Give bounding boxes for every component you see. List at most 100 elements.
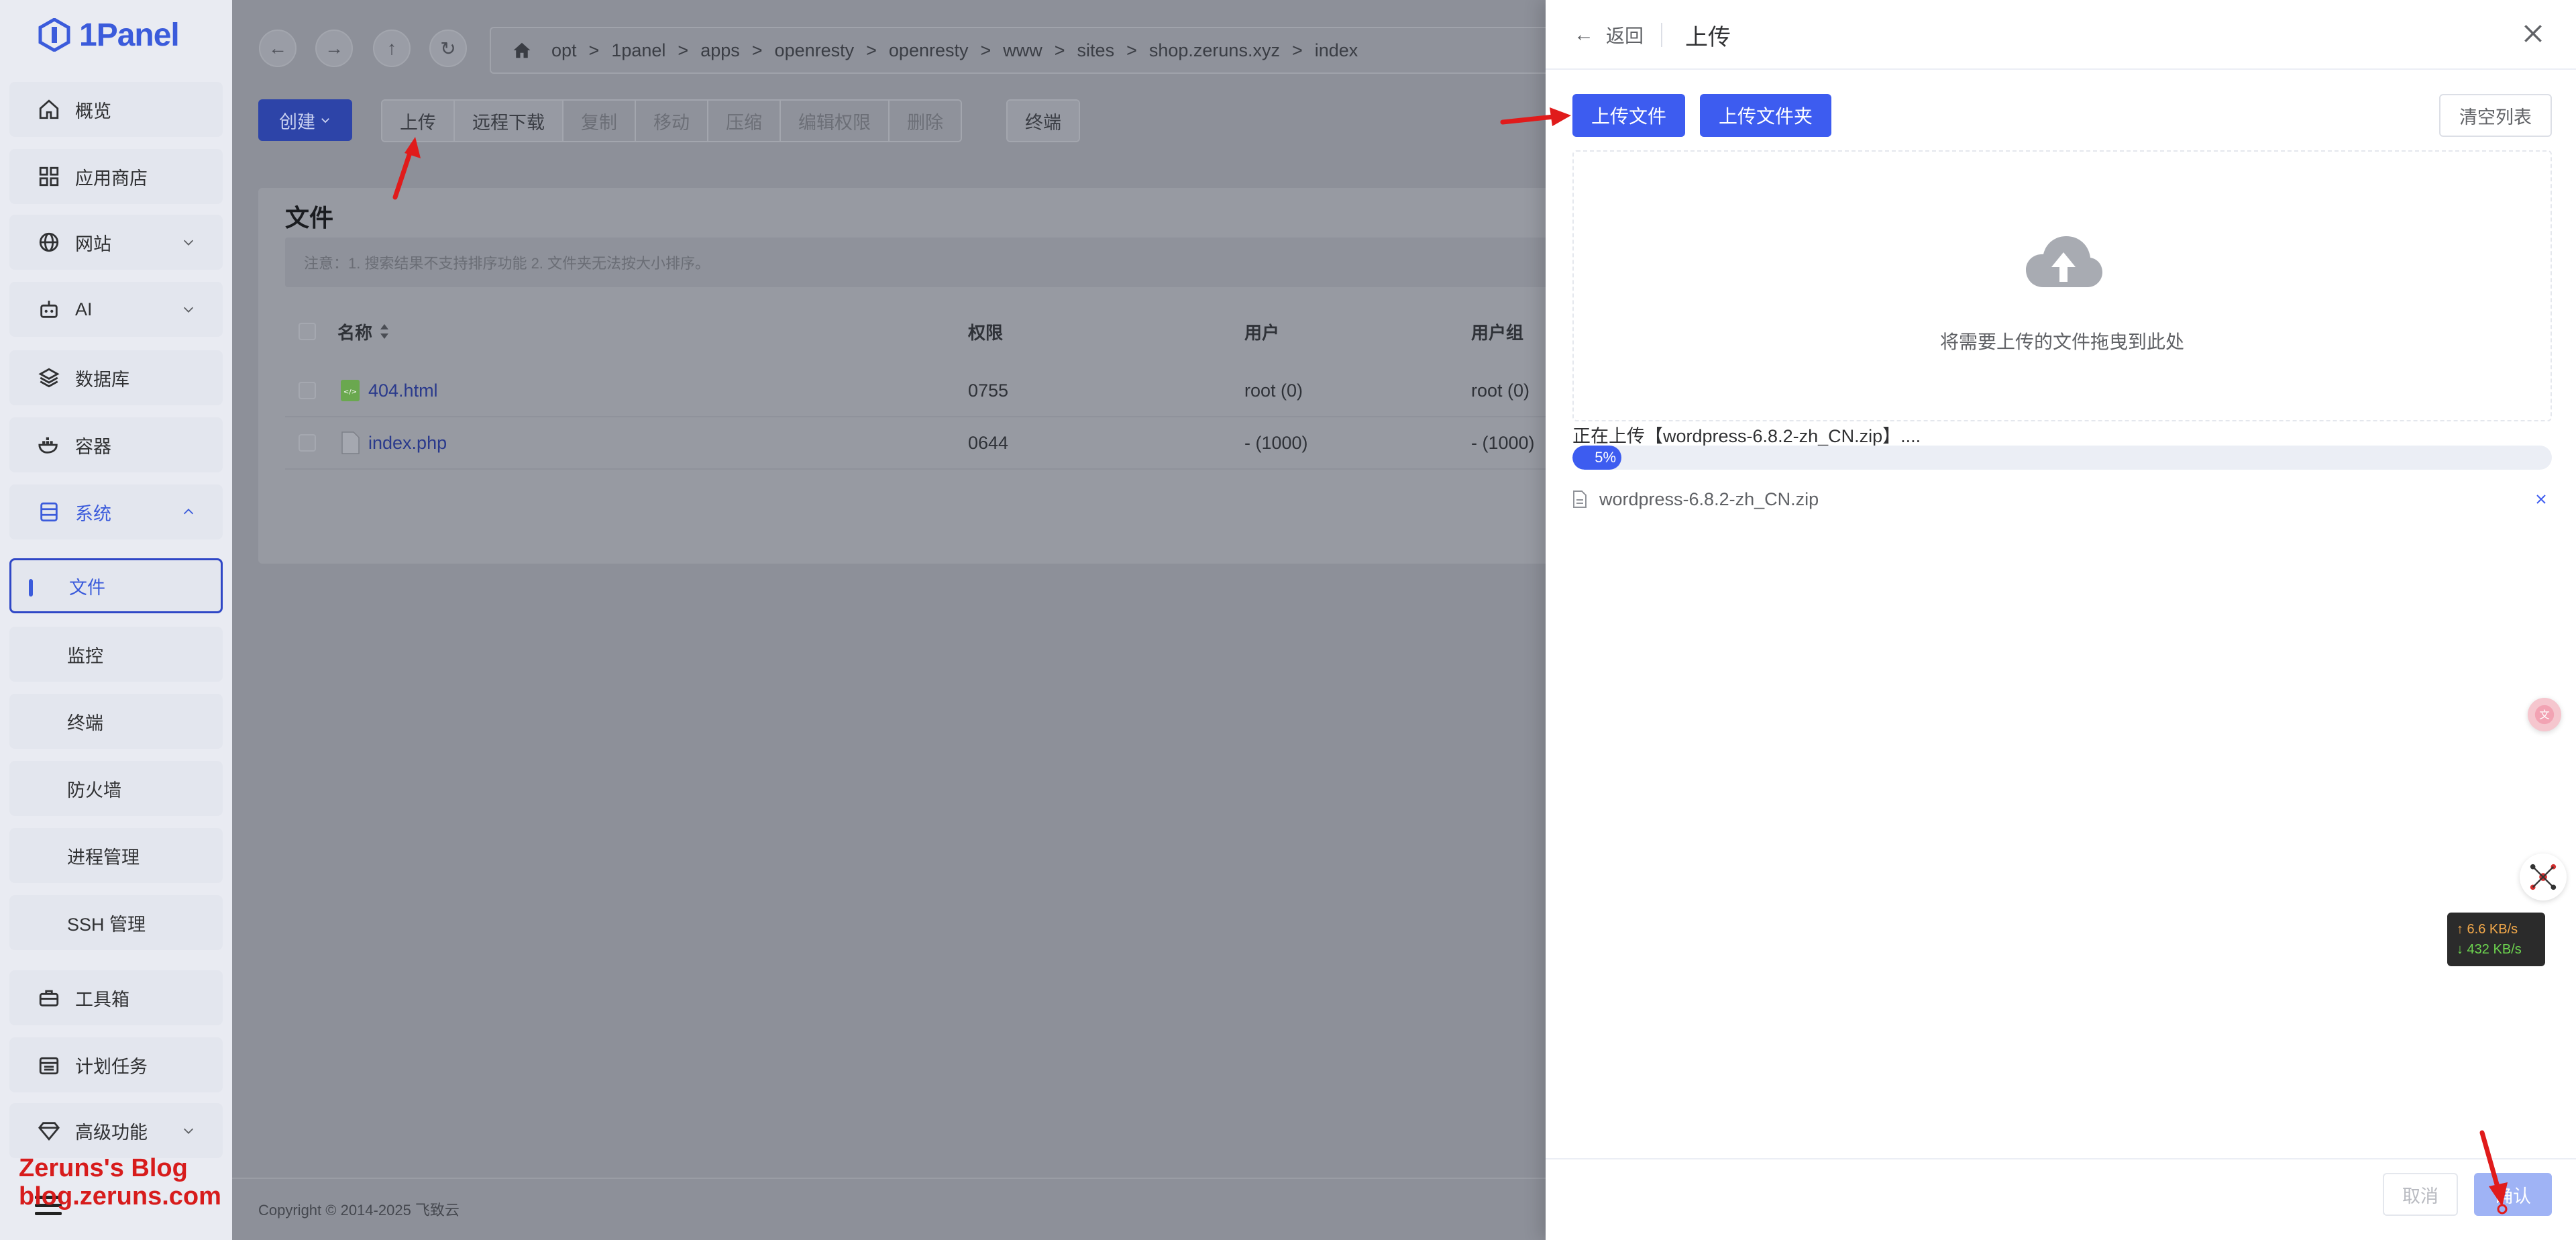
- terminal-button[interactable]: 终端: [1008, 101, 1079, 141]
- ai-assistant-float-button[interactable]: [2520, 854, 2567, 900]
- cloud-upload-icon: [2026, 236, 2102, 287]
- column-user: 用户: [1244, 322, 1280, 343]
- sidebar-subitem-monitor[interactable]: 监控: [9, 627, 223, 682]
- sidebar-item-overview[interactable]: 概览: [9, 82, 223, 137]
- remove-file-icon[interactable]: [2533, 491, 2549, 507]
- forward-nav-button[interactable]: →: [315, 30, 353, 67]
- sidebar-item-database[interactable]: 数据库: [9, 350, 223, 405]
- breadcrumb-segment[interactable]: index: [1315, 40, 1358, 61]
- sidebar-subitem-files[interactable]: 文件: [9, 558, 223, 613]
- column-group: 用户组: [1471, 322, 1524, 343]
- sort-icon[interactable]: [378, 322, 391, 341]
- column-name[interactable]: 名称: [337, 315, 391, 348]
- sidebar-item-advanced[interactable]: 高级功能: [9, 1103, 223, 1158]
- up-nav-button[interactable]: ↑: [373, 30, 411, 67]
- compress-button[interactable]: 压缩: [708, 101, 781, 141]
- translate-icon: 文: [2534, 705, 2555, 725]
- sidebar-item-cron[interactable]: 计划任务: [9, 1037, 223, 1092]
- upload-file-button[interactable]: 上传文件: [1572, 94, 1685, 137]
- copy-button[interactable]: 复制: [564, 101, 636, 141]
- logo-text: 1Panel: [79, 17, 180, 53]
- column-permission: 权限: [968, 322, 1004, 343]
- breadcrumb-separator: >: [866, 40, 877, 60]
- move-button[interactable]: 移动: [636, 101, 708, 141]
- sidebar-subitem-terminal[interactable]: 终端: [9, 694, 223, 749]
- sidebar-subitem-process[interactable]: 进程管理: [9, 828, 223, 883]
- remote-download-button[interactable]: 远程下载: [455, 101, 564, 141]
- breadcrumb-separator: >: [1291, 40, 1303, 60]
- file-icon: [341, 431, 360, 454]
- table-header: 名称 权限 用户 用户组: [285, 315, 1600, 348]
- drawer-footer-divider: [1546, 1158, 2576, 1159]
- sidebar-item-label: 数据库: [75, 369, 129, 390]
- sidebar-item-label: 工具箱: [75, 989, 129, 1010]
- html-file-icon: </>: [341, 380, 360, 401]
- breadcrumb-separator: >: [751, 40, 763, 60]
- annotation-arrow-icon: [2479, 1130, 2508, 1215]
- clear-list-button[interactable]: 清空列表: [2439, 94, 2552, 137]
- back-nav-button[interactable]: ←: [259, 30, 297, 67]
- column-name-label: 名称: [337, 322, 373, 343]
- arrow-left-icon: ←: [1574, 23, 1594, 46]
- upload-progress-bar: 5%: [1572, 446, 2552, 470]
- file-name-link[interactable]: index.php: [368, 433, 447, 454]
- home-icon[interactable]: [511, 40, 533, 60]
- sidebar-subitem-label: 终端: [67, 713, 103, 733]
- annotation-arrow-icon: [1500, 107, 1571, 126]
- sidebar-item-container[interactable]: 容器: [9, 417, 223, 472]
- sidebar-item-ai[interactable]: AI: [9, 282, 223, 337]
- sidebar-item-website[interactable]: 网站: [9, 215, 223, 270]
- sidebar-subitem-ssh[interactable]: SSH 管理: [9, 895, 223, 950]
- logo-hexagon-icon: [38, 18, 70, 52]
- chevron-down-icon: [183, 240, 194, 246]
- back-link[interactable]: ← 返回: [1574, 21, 1644, 48]
- select-all-checkbox[interactable]: [299, 323, 316, 340]
- notice-banner: 注意：1. 搜索结果不支持排序功能 2. 文件夹无法按大小排序。: [285, 238, 1600, 287]
- refresh-button[interactable]: ↻: [429, 30, 467, 67]
- translate-float-button[interactable]: 文: [2528, 698, 2561, 731]
- refresh-icon: ↻: [440, 38, 456, 59]
- upload-folder-button[interactable]: 上传文件夹: [1700, 94, 1831, 137]
- file-group: root (0): [1471, 380, 1530, 401]
- breadcrumb-segment[interactable]: shop.zeruns.xyz: [1149, 40, 1280, 61]
- breadcrumb-segment[interactable]: sites: [1077, 40, 1115, 61]
- sidebar-subitem-firewall[interactable]: 防火墙: [9, 761, 223, 816]
- calendar-icon: [39, 1057, 59, 1075]
- upload-drawer: ← 返回 上传 上传文件 上传文件夹 清空列表 将需要上传的文件拖曳到此处 正在…: [1546, 0, 2576, 1240]
- sidebar-item-label: 计划任务: [75, 1056, 148, 1077]
- close-icon[interactable]: [2520, 20, 2546, 47]
- network-nodes-icon: [2530, 864, 2557, 890]
- grid-icon: [39, 166, 59, 187]
- app-logo[interactable]: 1Panel: [38, 15, 180, 55]
- chevron-down-icon: [321, 118, 329, 123]
- table-row[interactable]: </> 404.html 0755 root (0) root (0): [285, 365, 1600, 417]
- file-name-link[interactable]: 404.html: [368, 380, 438, 401]
- breadcrumb-segment[interactable]: 1panel: [611, 40, 665, 61]
- breadcrumb[interactable]: opt > 1panel > apps > openresty > openresty >…: [490, 27, 1630, 74]
- file-toolbar: 创建: [258, 99, 352, 142]
- file-permission: 0644: [968, 432, 1009, 453]
- breadcrumb-segment[interactable]: opt: [551, 40, 577, 61]
- home-icon: [39, 99, 59, 119]
- globe-icon: [39, 232, 59, 252]
- breadcrumb-segment[interactable]: www: [1003, 40, 1042, 61]
- cancel-button[interactable]: 取消: [2383, 1173, 2458, 1216]
- sidebar-item-system[interactable]: 系统: [9, 484, 223, 539]
- breadcrumb-segment[interactable]: openresty: [775, 40, 855, 61]
- sidebar-item-toolbox[interactable]: 工具箱: [9, 970, 223, 1025]
- breadcrumb-segment[interactable]: openresty: [889, 40, 969, 61]
- create-button[interactable]: 创建: [258, 99, 352, 141]
- breadcrumb-segment[interactable]: apps: [700, 40, 740, 61]
- docker-icon: [38, 437, 58, 454]
- row-checkbox[interactable]: [299, 382, 316, 399]
- upload-progress-fill: 5%: [1572, 446, 1621, 470]
- sidebar-item-appstore[interactable]: 应用商店: [9, 149, 223, 204]
- delete-button[interactable]: 删除: [890, 101, 961, 141]
- diamond-icon: [38, 1122, 60, 1141]
- breadcrumb-separator: >: [678, 40, 689, 60]
- row-checkbox[interactable]: [299, 434, 316, 452]
- table-row[interactable]: index.php 0644 - (1000) - (1000): [285, 417, 1600, 470]
- upload-dropzone[interactable]: 将需要上传的文件拖曳到此处: [1572, 150, 2552, 421]
- edit-permission-button[interactable]: 编辑权限: [781, 101, 890, 141]
- breadcrumb-separator: >: [1054, 40, 1065, 60]
